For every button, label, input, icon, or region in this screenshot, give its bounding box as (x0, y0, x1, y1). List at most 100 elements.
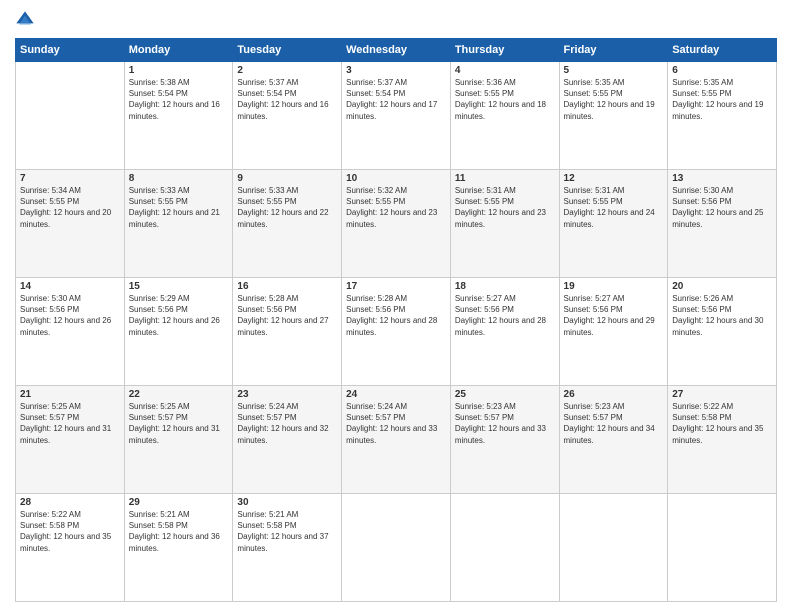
day-cell: 15Sunrise: 5:29 AMSunset: 5:56 PMDayligh… (124, 278, 233, 386)
day-info: Sunrise: 5:30 AMSunset: 5:56 PMDaylight:… (672, 185, 772, 230)
day-number: 13 (672, 173, 772, 184)
day-cell: 9Sunrise: 5:33 AMSunset: 5:55 PMDaylight… (233, 170, 342, 278)
week-row-4: 28Sunrise: 5:22 AMSunset: 5:58 PMDayligh… (16, 494, 777, 602)
day-number: 7 (20, 173, 120, 184)
day-cell: 1Sunrise: 5:38 AMSunset: 5:54 PMDaylight… (124, 62, 233, 170)
day-info: Sunrise: 5:33 AMSunset: 5:55 PMDaylight:… (237, 185, 337, 230)
header-cell-wednesday: Wednesday (342, 39, 451, 62)
day-cell (450, 494, 559, 602)
day-cell: 7Sunrise: 5:34 AMSunset: 5:55 PMDaylight… (16, 170, 125, 278)
week-row-3: 21Sunrise: 5:25 AMSunset: 5:57 PMDayligh… (16, 386, 777, 494)
day-cell: 17Sunrise: 5:28 AMSunset: 5:56 PMDayligh… (342, 278, 451, 386)
day-number: 15 (129, 281, 229, 292)
day-info: Sunrise: 5:23 AMSunset: 5:57 PMDaylight:… (564, 401, 664, 446)
day-cell: 16Sunrise: 5:28 AMSunset: 5:56 PMDayligh… (233, 278, 342, 386)
day-info: Sunrise: 5:37 AMSunset: 5:54 PMDaylight:… (346, 77, 446, 122)
day-info: Sunrise: 5:25 AMSunset: 5:57 PMDaylight:… (20, 401, 120, 446)
day-cell: 19Sunrise: 5:27 AMSunset: 5:56 PMDayligh… (559, 278, 668, 386)
day-info: Sunrise: 5:30 AMSunset: 5:56 PMDaylight:… (20, 293, 120, 338)
day-info: Sunrise: 5:27 AMSunset: 5:56 PMDaylight:… (564, 293, 664, 338)
day-info: Sunrise: 5:31 AMSunset: 5:55 PMDaylight:… (455, 185, 555, 230)
day-number: 8 (129, 173, 229, 184)
day-number: 27 (672, 389, 772, 400)
day-cell: 26Sunrise: 5:23 AMSunset: 5:57 PMDayligh… (559, 386, 668, 494)
header-cell-monday: Monday (124, 39, 233, 62)
day-info: Sunrise: 5:35 AMSunset: 5:55 PMDaylight:… (564, 77, 664, 122)
day-number: 25 (455, 389, 555, 400)
header-cell-friday: Friday (559, 39, 668, 62)
day-cell: 30Sunrise: 5:21 AMSunset: 5:58 PMDayligh… (233, 494, 342, 602)
day-cell: 11Sunrise: 5:31 AMSunset: 5:55 PMDayligh… (450, 170, 559, 278)
day-number: 9 (237, 173, 337, 184)
day-cell: 4Sunrise: 5:36 AMSunset: 5:55 PMDaylight… (450, 62, 559, 170)
day-cell: 3Sunrise: 5:37 AMSunset: 5:54 PMDaylight… (342, 62, 451, 170)
day-info: Sunrise: 5:34 AMSunset: 5:55 PMDaylight:… (20, 185, 120, 230)
day-number: 24 (346, 389, 446, 400)
day-info: Sunrise: 5:23 AMSunset: 5:57 PMDaylight:… (455, 401, 555, 446)
day-cell: 24Sunrise: 5:24 AMSunset: 5:57 PMDayligh… (342, 386, 451, 494)
day-number: 19 (564, 281, 664, 292)
day-number: 1 (129, 65, 229, 76)
day-number: 26 (564, 389, 664, 400)
day-cell: 20Sunrise: 5:26 AMSunset: 5:56 PMDayligh… (668, 278, 777, 386)
day-info: Sunrise: 5:24 AMSunset: 5:57 PMDaylight:… (237, 401, 337, 446)
day-info: Sunrise: 5:22 AMSunset: 5:58 PMDaylight:… (20, 509, 120, 554)
day-number: 21 (20, 389, 120, 400)
day-number: 17 (346, 281, 446, 292)
day-number: 3 (346, 65, 446, 76)
day-number: 16 (237, 281, 337, 292)
day-info: Sunrise: 5:38 AMSunset: 5:54 PMDaylight:… (129, 77, 229, 122)
day-cell: 23Sunrise: 5:24 AMSunset: 5:57 PMDayligh… (233, 386, 342, 494)
day-number: 28 (20, 497, 120, 508)
day-cell: 10Sunrise: 5:32 AMSunset: 5:55 PMDayligh… (342, 170, 451, 278)
day-number: 30 (237, 497, 337, 508)
day-cell: 14Sunrise: 5:30 AMSunset: 5:56 PMDayligh… (16, 278, 125, 386)
day-cell (559, 494, 668, 602)
logo (15, 10, 39, 30)
day-cell: 12Sunrise: 5:31 AMSunset: 5:55 PMDayligh… (559, 170, 668, 278)
day-info: Sunrise: 5:25 AMSunset: 5:57 PMDaylight:… (129, 401, 229, 446)
header-cell-sunday: Sunday (16, 39, 125, 62)
day-number: 5 (564, 65, 664, 76)
day-number: 10 (346, 173, 446, 184)
week-row-0: 1Sunrise: 5:38 AMSunset: 5:54 PMDaylight… (16, 62, 777, 170)
day-cell: 2Sunrise: 5:37 AMSunset: 5:54 PMDaylight… (233, 62, 342, 170)
day-info: Sunrise: 5:21 AMSunset: 5:58 PMDaylight:… (129, 509, 229, 554)
day-info: Sunrise: 5:21 AMSunset: 5:58 PMDaylight:… (237, 509, 337, 554)
header-cell-thursday: Thursday (450, 39, 559, 62)
day-number: 12 (564, 173, 664, 184)
day-info: Sunrise: 5:26 AMSunset: 5:56 PMDaylight:… (672, 293, 772, 338)
day-info: Sunrise: 5:35 AMSunset: 5:55 PMDaylight:… (672, 77, 772, 122)
day-info: Sunrise: 5:28 AMSunset: 5:56 PMDaylight:… (237, 293, 337, 338)
day-info: Sunrise: 5:37 AMSunset: 5:54 PMDaylight:… (237, 77, 337, 122)
day-cell: 22Sunrise: 5:25 AMSunset: 5:57 PMDayligh… (124, 386, 233, 494)
day-cell: 13Sunrise: 5:30 AMSunset: 5:56 PMDayligh… (668, 170, 777, 278)
day-number: 2 (237, 65, 337, 76)
day-info: Sunrise: 5:31 AMSunset: 5:55 PMDaylight:… (564, 185, 664, 230)
day-cell (668, 494, 777, 602)
day-cell (342, 494, 451, 602)
day-info: Sunrise: 5:29 AMSunset: 5:56 PMDaylight:… (129, 293, 229, 338)
day-cell: 8Sunrise: 5:33 AMSunset: 5:55 PMDaylight… (124, 170, 233, 278)
calendar-table: SundayMondayTuesdayWednesdayThursdayFrid… (15, 38, 777, 602)
day-number: 20 (672, 281, 772, 292)
day-info: Sunrise: 5:36 AMSunset: 5:55 PMDaylight:… (455, 77, 555, 122)
page: SundayMondayTuesdayWednesdayThursdayFrid… (0, 0, 792, 612)
day-info: Sunrise: 5:22 AMSunset: 5:58 PMDaylight:… (672, 401, 772, 446)
day-cell: 29Sunrise: 5:21 AMSunset: 5:58 PMDayligh… (124, 494, 233, 602)
day-number: 14 (20, 281, 120, 292)
day-number: 18 (455, 281, 555, 292)
day-info: Sunrise: 5:33 AMSunset: 5:55 PMDaylight:… (129, 185, 229, 230)
day-cell: 18Sunrise: 5:27 AMSunset: 5:56 PMDayligh… (450, 278, 559, 386)
day-cell: 25Sunrise: 5:23 AMSunset: 5:57 PMDayligh… (450, 386, 559, 494)
day-cell: 5Sunrise: 5:35 AMSunset: 5:55 PMDaylight… (559, 62, 668, 170)
day-number: 29 (129, 497, 229, 508)
day-number: 11 (455, 173, 555, 184)
day-cell: 21Sunrise: 5:25 AMSunset: 5:57 PMDayligh… (16, 386, 125, 494)
day-cell (16, 62, 125, 170)
day-info: Sunrise: 5:24 AMSunset: 5:57 PMDaylight:… (346, 401, 446, 446)
header-cell-tuesday: Tuesday (233, 39, 342, 62)
day-number: 23 (237, 389, 337, 400)
week-row-2: 14Sunrise: 5:30 AMSunset: 5:56 PMDayligh… (16, 278, 777, 386)
day-info: Sunrise: 5:27 AMSunset: 5:56 PMDaylight:… (455, 293, 555, 338)
